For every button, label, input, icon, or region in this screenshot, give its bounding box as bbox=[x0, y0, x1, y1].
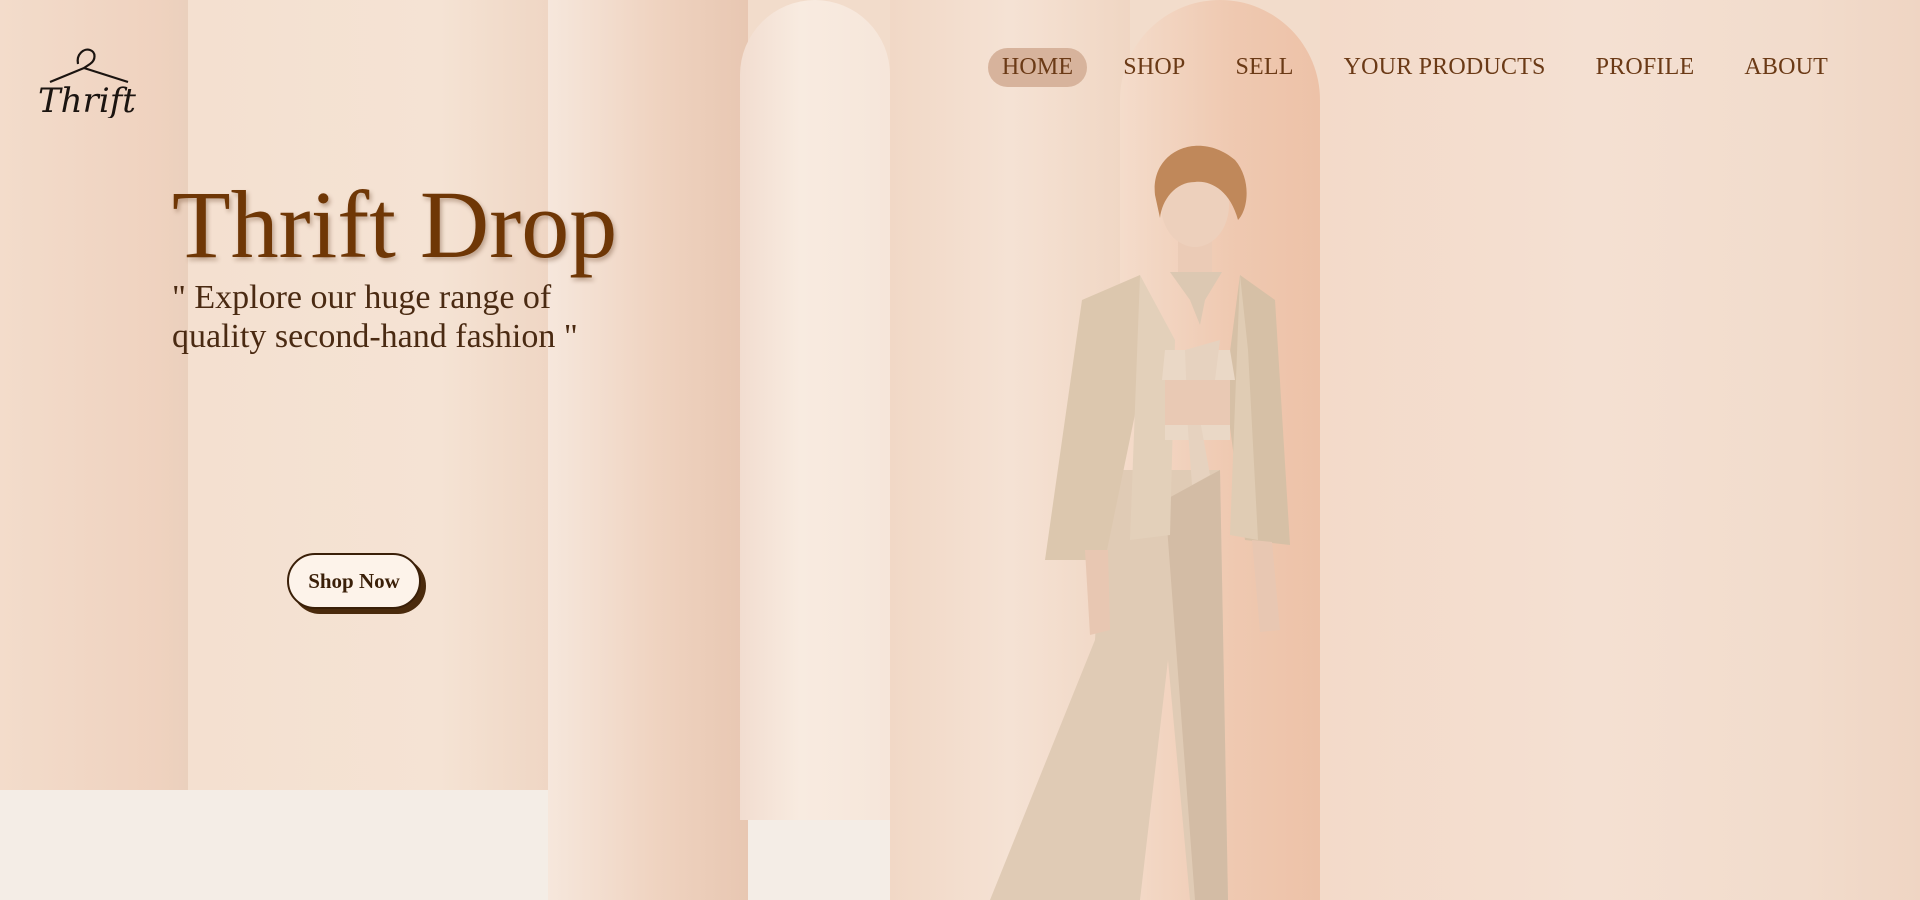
background-wall-panel bbox=[188, 0, 548, 802]
background-arch bbox=[740, 0, 890, 820]
hanger-icon: Thrift bbox=[38, 48, 136, 121]
background-wall-panel bbox=[548, 0, 748, 900]
hero-title: Thrift Drop bbox=[172, 171, 618, 278]
hero-subtitle: " Explore our huge range of quality seco… bbox=[172, 279, 578, 355]
nav-shop[interactable]: SHOP bbox=[1109, 48, 1199, 87]
brand-logo[interactable]: Thrift bbox=[36, 42, 140, 121]
nav-about[interactable]: ABOUT bbox=[1730, 48, 1842, 87]
main-nav: HOME SHOP SELL YOUR PRODUCTS PROFILE ABO… bbox=[974, 48, 1842, 87]
shop-now-button[interactable]: Shop Now bbox=[287, 553, 421, 609]
nav-home[interactable]: HOME bbox=[987, 48, 1088, 87]
nav-profile[interactable]: PROFILE bbox=[1582, 48, 1709, 87]
nav-your-products[interactable]: YOUR PRODUCTS bbox=[1330, 48, 1560, 87]
model-figure-image bbox=[990, 145, 1290, 900]
background-wall-panel bbox=[0, 0, 188, 900]
nav-sell[interactable]: SELL bbox=[1221, 48, 1307, 87]
background-wall-panel bbox=[1320, 0, 1920, 900]
logo-text: Thrift bbox=[38, 81, 136, 118]
hero-background-image bbox=[0, 0, 1920, 900]
